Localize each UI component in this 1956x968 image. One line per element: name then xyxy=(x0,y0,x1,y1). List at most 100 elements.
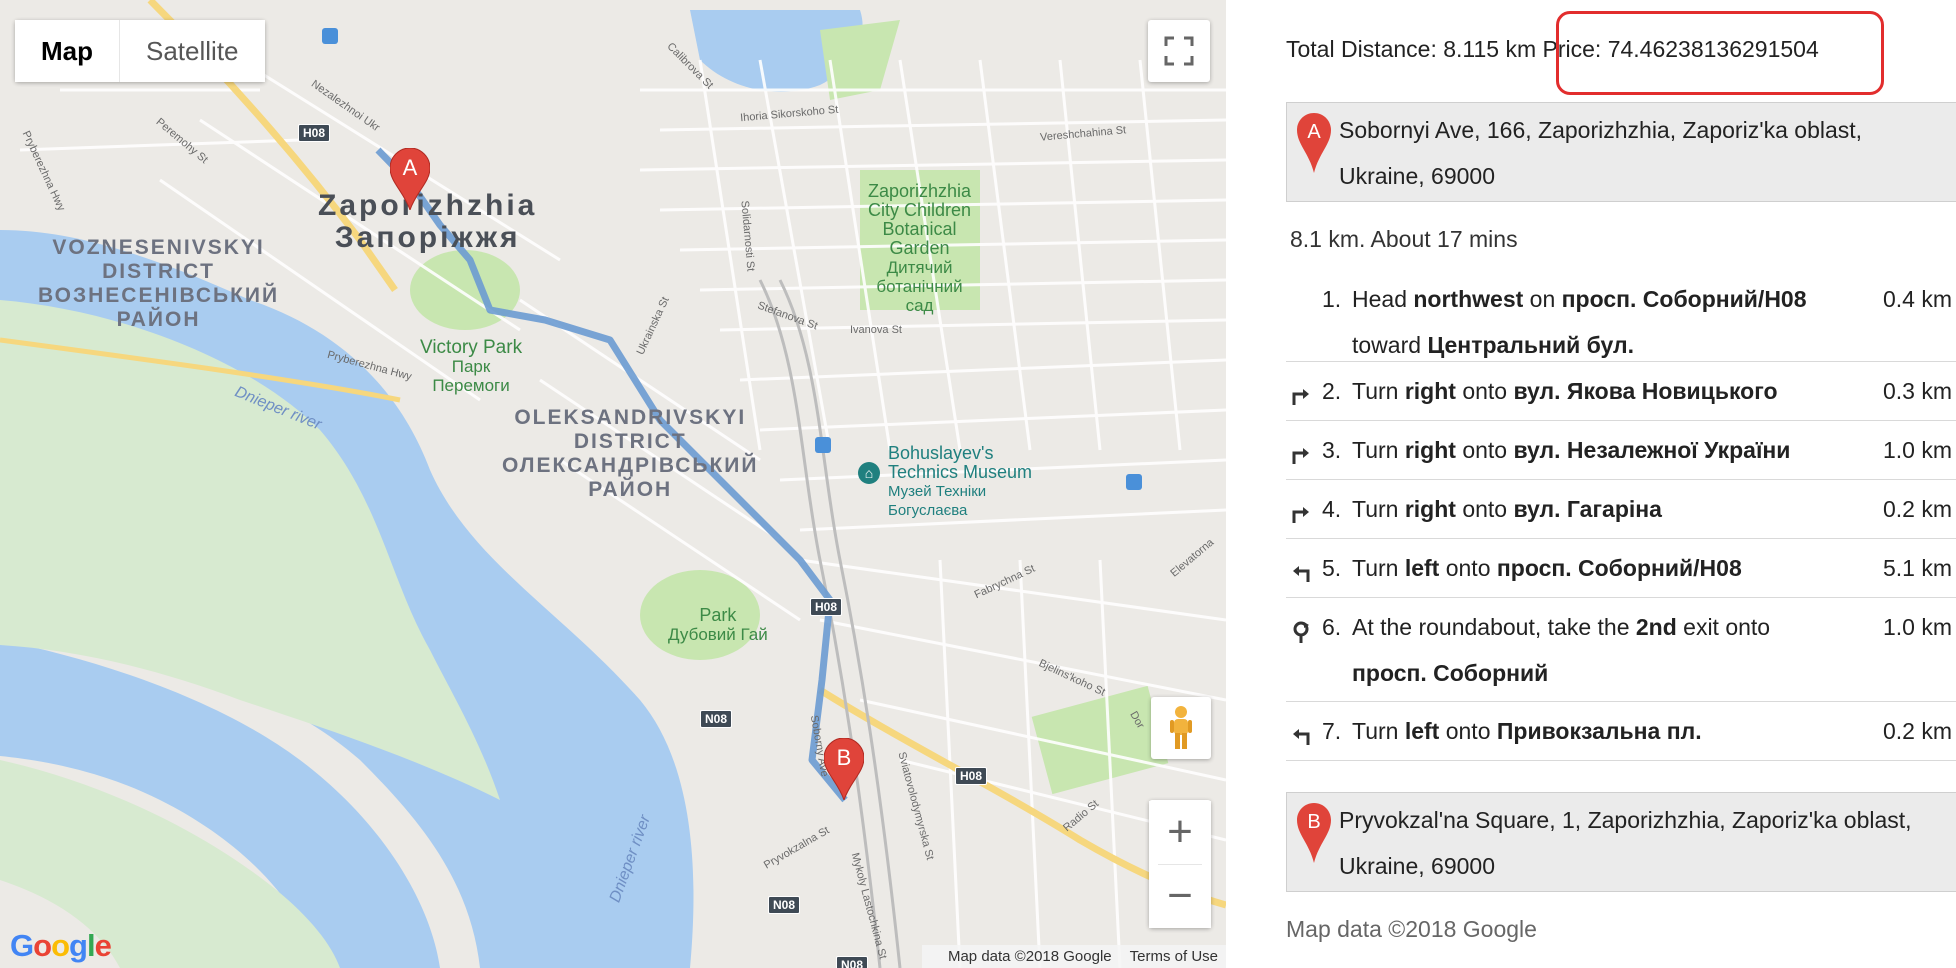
marker-a-letter: A xyxy=(403,155,418,180)
instruction-emphasis: просп. Соборний xyxy=(1352,660,1549,686)
instruction-text: Head xyxy=(1352,286,1414,312)
direction-step[interactable]: 3. Turn right onto вул. Незалежної Україн… xyxy=(1286,421,1956,480)
road-shield: N08 xyxy=(836,956,869,968)
street-label: Ivanova St xyxy=(850,324,902,336)
park-line: Park xyxy=(699,605,737,625)
instruction-emphasis: right xyxy=(1404,378,1456,404)
terms-of-use-link[interactable]: Terms of Use xyxy=(1130,948,1218,965)
museum-line: Bohuslayev's xyxy=(888,443,994,463)
park-label: Park Дубовий Гай xyxy=(668,605,768,645)
origin-address-text: Sobornyi Ave, 166, Zaporizhzhia, Zaporiz… xyxy=(1339,117,1863,189)
instruction-text: onto xyxy=(1439,555,1497,581)
direction-step[interactable]: 1. Head northwest on просп. Соборний/H08 … xyxy=(1286,270,1956,362)
marker-a-pin[interactable]: A xyxy=(389,147,431,215)
marker-a-icon: A xyxy=(1297,113,1331,188)
origin-address-card[interactable]: A Sobornyi Ave, 166, Zaporizhzhia, Zapor… xyxy=(1286,102,1956,202)
transit-icon[interactable] xyxy=(815,437,831,453)
instruction-emphasis: вул. Незалежної України xyxy=(1513,437,1791,463)
leg-summary: 8.1 km. About 17 mins xyxy=(1290,226,1518,252)
district-line: ВОЗНЕСЕНІВСЬКИЙ xyxy=(38,284,280,307)
map-attribution: Map data ©2018 Google Terms of Use xyxy=(921,945,1226,968)
instruction-text: onto xyxy=(1455,378,1514,404)
park-line: сад xyxy=(905,296,934,315)
direction-step[interactable]: 2. Turn right onto вул. Якова Новицького 0… xyxy=(1286,362,1956,421)
transit-icon[interactable] xyxy=(322,28,338,44)
instruction-text: on xyxy=(1523,286,1562,312)
map-type-satellite-button[interactable]: Satellite xyxy=(120,20,265,82)
park-label: Victory Park Парк Перемоги xyxy=(420,338,522,395)
turn-right-icon xyxy=(1290,494,1312,540)
direction-step[interactable]: 5. Turn left onto просп. Соборний/H08 5.1 … xyxy=(1286,539,1956,598)
park-line: Victory Park xyxy=(420,337,523,358)
instruction-text: Turn xyxy=(1352,555,1405,581)
step-instruction: Turn left onto Привокзальна пл. xyxy=(1352,708,1832,754)
district-line: VOZNESENIVSKYI xyxy=(52,236,265,259)
district-line: РАЙОН xyxy=(116,308,201,331)
museum-line: Technics Museum xyxy=(888,462,1033,482)
park-line: ботанічний xyxy=(876,277,963,296)
zoom-control: + − xyxy=(1149,800,1211,928)
roundabout-icon xyxy=(1290,612,1312,658)
step-distance: 0.2 km xyxy=(1882,718,1952,744)
district-label: OLEKSANDRIVSKYI DISTRICT ОЛЕКСАНДРІВСЬКИ… xyxy=(502,406,759,502)
instruction-emphasis: Привокзальна пл. xyxy=(1496,718,1702,744)
step-distance: 0.3 km xyxy=(1882,378,1952,404)
step-number: 7. xyxy=(1322,718,1342,744)
transit-icon[interactable] xyxy=(1126,474,1142,490)
destination-address-text: Pryvokzal'na Square, 1, Zaporizhzhia, Za… xyxy=(1339,807,1912,879)
instruction-text: exit onto xyxy=(1676,614,1771,640)
district-line: DISTRICT xyxy=(102,260,215,283)
fullscreen-button[interactable] xyxy=(1148,20,1210,82)
step-instruction: At the roundabout, take the 2nd exit ont… xyxy=(1352,604,1832,696)
instruction-text: onto xyxy=(1455,437,1514,463)
street-view-pegman[interactable] xyxy=(1151,697,1211,759)
instruction-text: Turn xyxy=(1352,378,1405,404)
instruction-text: Turn xyxy=(1352,437,1405,463)
price-highlight-box xyxy=(1556,11,1884,95)
road-shield: H08 xyxy=(810,598,843,616)
turn-left-icon xyxy=(1290,716,1312,762)
pegman-icon xyxy=(1170,706,1192,749)
step-distance: 0.2 km xyxy=(1882,496,1952,522)
instruction-text: Turn xyxy=(1352,718,1405,744)
instruction-emphasis: вул. Якова Новицького xyxy=(1513,378,1778,404)
zoom-out-button[interactable]: − xyxy=(1149,864,1211,928)
park-line: Zaporizhzhia xyxy=(868,181,972,201)
instruction-emphasis: northwest xyxy=(1413,286,1524,312)
directions-panel: Total Distance: 8.115 km Price: 74.46238… xyxy=(1226,0,1956,968)
fullscreen-icon xyxy=(1164,36,1194,66)
map-type-map-button[interactable]: Map xyxy=(15,20,119,82)
instruction-emphasis: left xyxy=(1404,555,1440,581)
turn-left-icon xyxy=(1290,553,1312,599)
step-instruction: Turn right onto вул. Гагаріна xyxy=(1352,486,1832,532)
museum-label[interactable]: ⌂ Bohuslayev's Technics Museum Музей Тех… xyxy=(858,443,1033,520)
map-view[interactable]: Zaporizhzhia Запоріжжя VOZNESENIVSKYI DI… xyxy=(0,0,1226,968)
step-distance: 5.1 km xyxy=(1882,555,1952,581)
step-number: 6. xyxy=(1322,614,1342,640)
instruction-emphasis: просп. Соборний/H08 xyxy=(1561,286,1807,312)
instruction-text: toward xyxy=(1352,332,1428,358)
direction-step[interactable]: 4. Turn right onto вул. Гагаріна 0.2 km xyxy=(1286,480,1956,539)
instruction-emphasis: вул. Гагаріна xyxy=(1513,496,1662,522)
district-label: VOZNESENIVSKYI DISTRICT ВОЗНЕСЕНІВСЬКИЙ … xyxy=(38,236,279,332)
museum-line: Богуслаєва xyxy=(888,502,968,519)
city-label-cyrillic: Запоріжжя xyxy=(334,221,521,254)
zoom-in-button[interactable]: + xyxy=(1149,800,1211,864)
marker-b-pin[interactable]: B xyxy=(823,737,865,805)
marker-b-letter: B xyxy=(837,745,852,770)
instruction-emphasis: right xyxy=(1404,496,1456,522)
instruction-emphasis: 2nd xyxy=(1635,614,1677,640)
destination-address-card[interactable]: B Pryvokzal'na Square, 1, Zaporizhzhia, … xyxy=(1286,792,1956,892)
museum-line: Музей Техніки xyxy=(888,483,987,500)
direction-step[interactable]: 6. At the roundabout, take the 2nd exit o… xyxy=(1286,598,1956,702)
direction-step[interactable]: 7. Turn left onto Привокзальна пл. 0.2 km xyxy=(1286,702,1956,761)
map-type-control: Map Satellite xyxy=(15,20,265,82)
google-logo[interactable]: Google xyxy=(10,928,112,964)
road-shield: H08 xyxy=(955,767,988,785)
step-number: 5. xyxy=(1322,555,1342,581)
park-line: Дубовий Гай xyxy=(668,625,768,644)
museum-icon[interactable]: ⌂ xyxy=(858,462,880,484)
instruction-text: onto xyxy=(1439,718,1497,744)
step-number: 4. xyxy=(1322,496,1342,522)
directions-steps-list: 1. Head northwest on просп. Соборний/H08 … xyxy=(1286,270,1956,761)
